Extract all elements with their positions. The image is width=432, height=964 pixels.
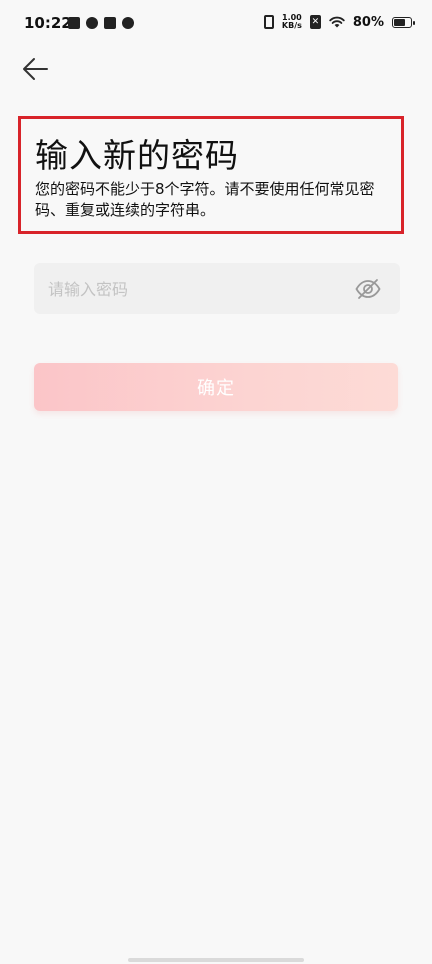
heading-highlight-box: 输入新的密码 您的密码不能少于8个字符。请不要使用任何常见密码、重复或连续的字符… bbox=[18, 116, 404, 234]
battery-tip bbox=[413, 20, 415, 25]
page-subtitle: 您的密码不能少于8个字符。请不要使用任何常见密码、重复或连续的字符串。 bbox=[35, 180, 375, 219]
confirm-button[interactable]: 确定 bbox=[34, 363, 398, 411]
app-notification-icon bbox=[86, 17, 98, 29]
cat-app-notification-icon bbox=[122, 17, 134, 29]
no-sim-icon: ✕ bbox=[309, 15, 321, 29]
battery-percent: 80% bbox=[352, 14, 384, 30]
home-indicator[interactable] bbox=[128, 958, 304, 962]
network-speed-unit: KB/s bbox=[281, 21, 302, 30]
password-input[interactable] bbox=[46, 263, 340, 316]
vibrate-icon bbox=[263, 15, 274, 29]
eye-hidden-icon bbox=[355, 279, 381, 299]
page-title: 输入新的密码 bbox=[35, 136, 239, 175]
tiktok-notification-icon bbox=[104, 17, 116, 29]
calendar-notification-icon bbox=[68, 17, 80, 29]
back-arrow-icon bbox=[23, 58, 48, 80]
notification-icons bbox=[68, 17, 134, 29]
status-right: 1.00 KB/s ✕ 80% bbox=[263, 14, 415, 30]
password-visibility-toggle[interactable] bbox=[354, 275, 382, 303]
battery-icon bbox=[392, 16, 415, 28]
battery-fill bbox=[394, 18, 405, 26]
password-field bbox=[34, 263, 400, 316]
wifi-icon bbox=[329, 16, 345, 28]
network-speed: 1.00 KB/s bbox=[282, 14, 302, 30]
status-time: 10:22 bbox=[24, 14, 72, 32]
status-bar: 10:22 1.00 KB/s ✕ 80% bbox=[0, 0, 432, 52]
back-button[interactable] bbox=[18, 52, 52, 86]
